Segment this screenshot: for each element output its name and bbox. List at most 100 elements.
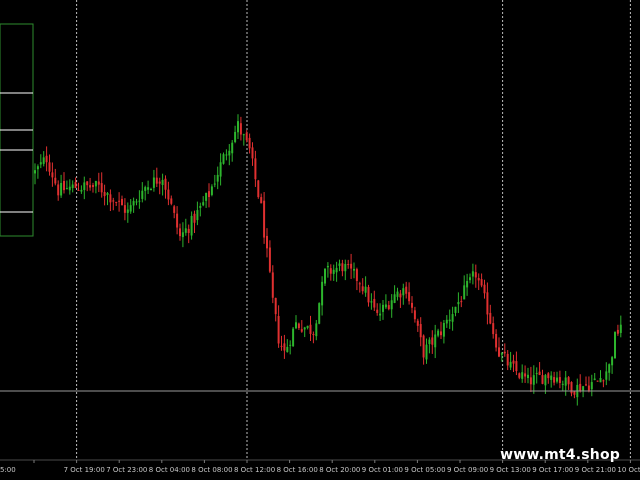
- candle-body: [176, 213, 179, 228]
- candle-body: [483, 284, 486, 294]
- candle-body: [74, 182, 77, 188]
- candle-body: [431, 337, 434, 345]
- candle-body: [141, 190, 144, 199]
- trading-chart-window[interactable]: 5:00 7 Oct 19:00 7 Oct 23:00 8 Oct 04:00 8 O…: [0, 0, 640, 480]
- candle-body: [405, 286, 408, 294]
- candle-body: [239, 123, 242, 135]
- candle-body: [544, 375, 547, 386]
- candle-body: [353, 268, 355, 271]
- candle-body: [413, 310, 416, 320]
- candle-body: [558, 377, 561, 383]
- candle-body: [39, 162, 42, 165]
- candle-body: [170, 198, 173, 204]
- candle-body: [297, 323, 300, 329]
- candle-body: [471, 271, 474, 277]
- candle-body: [126, 209, 129, 213]
- candle-body: [86, 181, 89, 186]
- time-axis-label: 7 Oct 23:00: [106, 466, 147, 474]
- candle-body: [254, 158, 257, 180]
- candle-body: [106, 192, 109, 196]
- candle-body: [210, 186, 213, 195]
- candle-body: [361, 286, 364, 292]
- candle-body: [115, 201, 118, 203]
- candle-body: [260, 197, 263, 204]
- candle-body: [437, 330, 440, 336]
- candle-body: [237, 121, 239, 133]
- candle-body: [42, 157, 45, 164]
- candle-body: [335, 267, 338, 273]
- time-axis-label: 9 Oct 17:00: [532, 466, 573, 474]
- candle-body: [271, 272, 274, 298]
- candle-body: [570, 382, 573, 394]
- candle-body: [408, 292, 411, 302]
- candle-body: [457, 302, 460, 305]
- candle-body: [463, 285, 466, 300]
- time-axis-label: 10 Oct 02:00: [617, 466, 640, 474]
- candle-body: [573, 391, 576, 395]
- candle-body: [370, 301, 373, 303]
- candle-body: [498, 347, 500, 357]
- time-axis-label: 8 Oct 16:00: [277, 466, 318, 474]
- candle-body: [454, 306, 457, 313]
- candle-body: [97, 181, 100, 185]
- time-axis-label: 8 Oct 12:00: [234, 466, 275, 474]
- candle-body: [199, 205, 202, 208]
- candle-body: [121, 198, 123, 206]
- candle-body: [448, 319, 451, 322]
- candle-body: [341, 263, 344, 272]
- candle-body: [45, 155, 48, 163]
- candle-body: [144, 187, 147, 191]
- candle-body: [547, 373, 550, 379]
- candle-body: [274, 297, 277, 315]
- candle-body: [190, 215, 193, 236]
- time-axis-label: 8 Oct 04:00: [149, 466, 190, 474]
- candle-body: [411, 302, 413, 308]
- candle-body: [248, 137, 251, 149]
- candle-body: [382, 304, 384, 312]
- time-axis-label: 9 Oct 21:00: [575, 466, 616, 474]
- candle-body: [332, 269, 335, 274]
- candle-body: [208, 191, 210, 198]
- candle-body: [167, 189, 170, 200]
- candle-body: [364, 286, 367, 293]
- candle-body: [399, 293, 402, 298]
- candle-body: [608, 364, 611, 373]
- candle-body: [318, 303, 321, 324]
- candle-body: [213, 183, 216, 185]
- candle-body: [181, 232, 184, 238]
- candle-body: [602, 380, 605, 382]
- candle-body: [474, 272, 477, 278]
- candle-body: [373, 298, 376, 308]
- candle-body: [179, 228, 181, 237]
- candle-body: [466, 280, 469, 288]
- candle-body: [619, 324, 622, 333]
- candle-body: [231, 142, 234, 154]
- candle-body: [266, 235, 268, 249]
- candle-body: [187, 228, 190, 233]
- candle-body: [550, 375, 553, 380]
- time-axis-label: 7 Oct 19:00: [64, 466, 105, 474]
- candle-body: [500, 353, 503, 355]
- candle-body: [152, 177, 155, 188]
- candle-body: [118, 200, 121, 202]
- candle-body: [205, 192, 208, 201]
- candle-body: [506, 353, 509, 366]
- candle-body: [251, 147, 254, 159]
- candle-body: [614, 332, 616, 359]
- candle-body: [263, 200, 266, 238]
- time-axis-label: 9 Oct 13:00: [490, 466, 531, 474]
- candle-body: [477, 278, 480, 281]
- candle-body: [219, 162, 222, 177]
- candle-body: [315, 323, 318, 337]
- candle-body: [396, 291, 399, 297]
- candle-body: [451, 314, 454, 322]
- candle-body: [222, 154, 225, 164]
- candle-body: [150, 189, 152, 191]
- candle-body: [129, 205, 132, 212]
- candle-body: [289, 344, 292, 346]
- candle-body: [245, 132, 248, 141]
- candle-body: [147, 187, 150, 190]
- price-chart[interactable]: 5:00 7 Oct 19:00 7 Oct 23:00 8 Oct 04:00 8 O…: [0, 0, 640, 480]
- candle-body: [367, 287, 370, 303]
- candle-body: [590, 382, 593, 390]
